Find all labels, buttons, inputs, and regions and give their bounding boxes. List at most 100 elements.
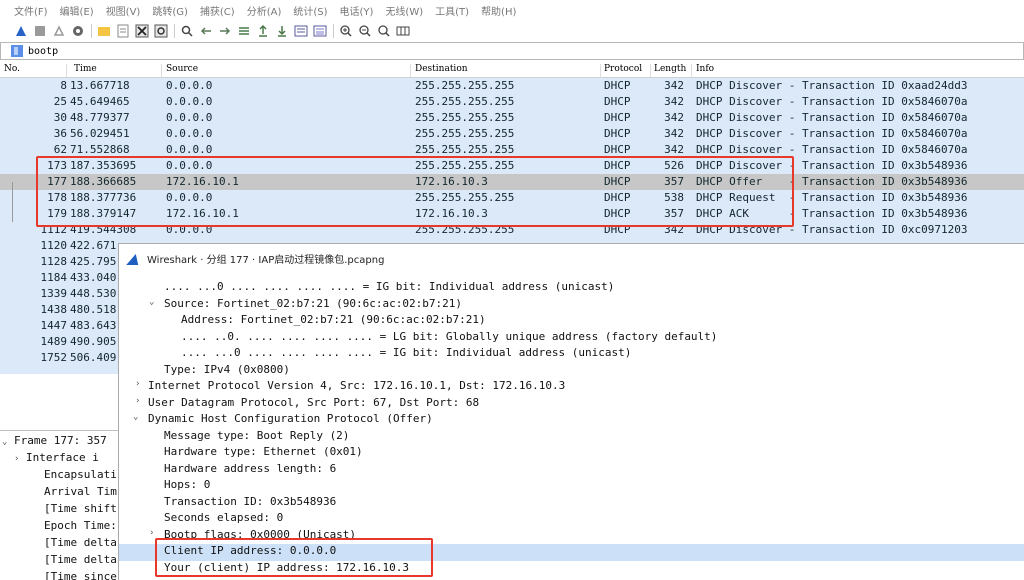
chevron-right-icon[interactable]: › [135, 396, 140, 406]
tree-item-udp[interactable]: › User Datagram Protocol, Src Port: 67, D… [119, 396, 1024, 413]
packet-time: 45.649465 [70, 95, 130, 108]
packet-row[interactable]: 8 13.667718 0.0.0.0 255.255.255.255 DHCP… [0, 78, 1024, 94]
packet-row[interactable]: 30 48.779377 0.0.0.0 255.255.255.255 DHC… [0, 110, 1024, 126]
packet-row[interactable]: 179 188.379147 172.16.10.1 172.16.10.3 D… [0, 206, 1024, 222]
packet-row-selected[interactable]: 177 188.366685 172.16.10.1 172.16.10.3 D… [0, 174, 1024, 190]
packet-details-pane[interactable]: ⌄ Frame 177: 357 › Interface i Encapsula… [0, 430, 118, 580]
tree-item[interactable]: Hardware type: Ethernet (0x01) [119, 445, 1024, 462]
zoom-reset-icon[interactable] [377, 24, 391, 38]
menu-capture[interactable]: 捕获(C) [200, 3, 235, 18]
tree-item[interactable]: Seconds elapsed: 0 [119, 511, 1024, 528]
menu-file[interactable]: 文件(F) [14, 3, 48, 18]
tree-item-label: Bootp flags: 0x0000 (Unicast) [164, 527, 357, 541]
restart-icon[interactable] [52, 24, 66, 38]
colorize-icon[interactable] [313, 24, 327, 38]
column-header-length[interactable]: Length [654, 64, 686, 74]
chevron-right-icon[interactable]: › [14, 454, 19, 464]
tree-item[interactable]: Address: Fortinet_02:b7:21 (90:6c:ac:02:… [119, 313, 1024, 330]
tree-item-label: Hardware address length: 6 [164, 461, 337, 475]
packet-row[interactable]: 173 187.353695 0.0.0.0 255.255.255.255 D… [0, 158, 1024, 174]
tree-item[interactable]: .... ...0 .... .... .... .... = IG bit: … [119, 280, 1024, 297]
close-file-icon[interactable] [135, 24, 149, 38]
stop-icon[interactable] [33, 24, 47, 38]
tree-item-time-since[interactable]: [Time since [44, 570, 117, 580]
packet-row[interactable]: 178 188.377736 0.0.0.0 255.255.255.255 D… [0, 190, 1024, 206]
tree-item-interface[interactable]: › Interface i [14, 451, 99, 468]
tree-item[interactable]: Message type: Boot Reply (2) [119, 429, 1024, 446]
tree-item-frame[interactable]: ⌄ Frame 177: 357 [2, 434, 107, 451]
packet-row[interactable]: 36 56.029451 0.0.0.0 255.255.255.255 DHC… [0, 126, 1024, 142]
shark-fin-icon[interactable] [14, 24, 28, 38]
chevron-down-icon[interactable]: ⌄ [149, 297, 154, 307]
packet-detail-tree[interactable]: .... ...0 .... .... .... .... = IG bit: … [119, 280, 1024, 580]
column-header-time[interactable]: Time [74, 64, 97, 74]
menu-wireless[interactable]: 无线(W) [385, 3, 423, 18]
packet-row[interactable]: 25 45.649465 0.0.0.0 255.255.255.255 DHC… [0, 94, 1024, 110]
column-divider[interactable] [66, 64, 67, 78]
chevron-right-icon[interactable]: › [149, 528, 154, 538]
tree-item[interactable]: .... ..0. .... .... .... .... = LG bit: … [119, 330, 1024, 347]
menu-help[interactable]: 帮助(H) [481, 3, 516, 18]
column-header-destination[interactable]: Destination [415, 64, 468, 74]
column-divider[interactable] [410, 64, 411, 78]
tree-item[interactable]: .... ...0 .... .... .... .... = IG bit: … [119, 346, 1024, 363]
tree-item-client-ip[interactable]: Client IP address: 0.0.0.0 [119, 544, 1024, 561]
forward-icon[interactable] [218, 24, 232, 38]
tree-item-bootp-flags[interactable]: › Bootp flags: 0x0000 (Unicast) [119, 528, 1024, 545]
chevron-down-icon[interactable]: ⌄ [133, 412, 138, 422]
menu-statistics[interactable]: 统计(S) [293, 3, 327, 18]
display-filter-input[interactable]: bootp [28, 46, 58, 57]
chevron-down-icon[interactable]: ⌄ [2, 437, 7, 447]
save-icon[interactable] [116, 24, 130, 38]
tree-item-epoch-time[interactable]: Epoch Time: [44, 519, 117, 536]
packet-row[interactable]: 62 71.552868 0.0.0.0 255.255.255.255 DHC… [0, 142, 1024, 158]
column-header-info[interactable]: Info [696, 64, 714, 74]
packet-row[interactable]: 1112 419.544308 0.0.0.0 255.255.255.255 … [0, 222, 1024, 238]
menu-analyze[interactable]: 分析(A) [247, 3, 282, 18]
tree-item-arrival-time[interactable]: Arrival Tim [44, 485, 117, 502]
tree-item-source[interactable]: ⌄ Source: Fortinet_02:b7:21 (90:6c:ac:02:… [119, 297, 1024, 314]
tree-item[interactable]: Transaction ID: 0x3b548936 [119, 495, 1024, 512]
back-icon[interactable] [199, 24, 213, 38]
menu-telephony[interactable]: 电话(Y) [340, 3, 374, 18]
tree-item-time-delta[interactable]: [Time delta [44, 553, 117, 570]
packet-detail-window[interactable]: Wireshark · 分组 177 · IAP启动过程镜像包.pcapng .… [118, 243, 1024, 580]
packet-time: 188.379147 [70, 207, 137, 220]
menu-tools[interactable]: 工具(T) [435, 3, 469, 18]
column-divider[interactable] [691, 64, 692, 78]
tree-item[interactable]: Hops: 0 [119, 478, 1024, 495]
tree-item-encapsulation[interactable]: Encapsulati [44, 468, 117, 485]
open-icon[interactable] [97, 24, 111, 38]
tree-item-ipv4[interactable]: › Internet Protocol Version 4, Src: 172.1… [119, 379, 1024, 396]
window-titlebar[interactable]: Wireshark · 分组 177 · IAP启动过程镜像包.pcapng [119, 244, 1024, 273]
column-header-no[interactable]: No. [4, 64, 20, 74]
find-icon[interactable] [180, 24, 194, 38]
menu-go[interactable]: 跳转(G) [152, 3, 188, 18]
tree-item-time-shift[interactable]: [Time shift [44, 502, 117, 519]
tree-item[interactable]: Hardware address length: 6 [119, 462, 1024, 479]
first-icon[interactable] [256, 24, 270, 38]
zoom-out-icon[interactable] [358, 24, 372, 38]
packet-info: DHCP Discover - Transaction ID 0x5846070… [696, 127, 968, 140]
resize-columns-icon[interactable] [396, 24, 410, 38]
bookmark-icon[interactable] [11, 45, 23, 57]
column-header-protocol[interactable]: Protocol [604, 64, 642, 74]
reload-icon[interactable] [154, 24, 168, 38]
autoscroll-icon[interactable] [294, 24, 308, 38]
column-divider[interactable] [600, 64, 601, 78]
display-filter-bar[interactable]: bootp [0, 42, 1024, 60]
options-icon[interactable] [71, 24, 85, 38]
column-divider[interactable] [161, 64, 162, 78]
tree-item-time-delta[interactable]: [Time delta [44, 536, 117, 553]
column-header-source[interactable]: Source [166, 64, 198, 74]
goto-icon[interactable] [237, 24, 251, 38]
last-icon[interactable] [275, 24, 289, 38]
tree-item-type[interactable]: Type: IPv4 (0x0800) [119, 363, 1024, 380]
tree-item-your-ip[interactable]: Your (client) IP address: 172.16.10.3 [119, 561, 1024, 578]
zoom-in-icon[interactable] [339, 24, 353, 38]
menu-view[interactable]: 视图(V) [106, 3, 141, 18]
tree-item-dhcp[interactable]: ⌄ Dynamic Host Configuration Protocol (Of… [119, 412, 1024, 429]
menu-edit[interactable]: 编辑(E) [60, 3, 94, 18]
column-divider[interactable] [650, 64, 651, 78]
chevron-right-icon[interactable]: › [135, 379, 140, 389]
